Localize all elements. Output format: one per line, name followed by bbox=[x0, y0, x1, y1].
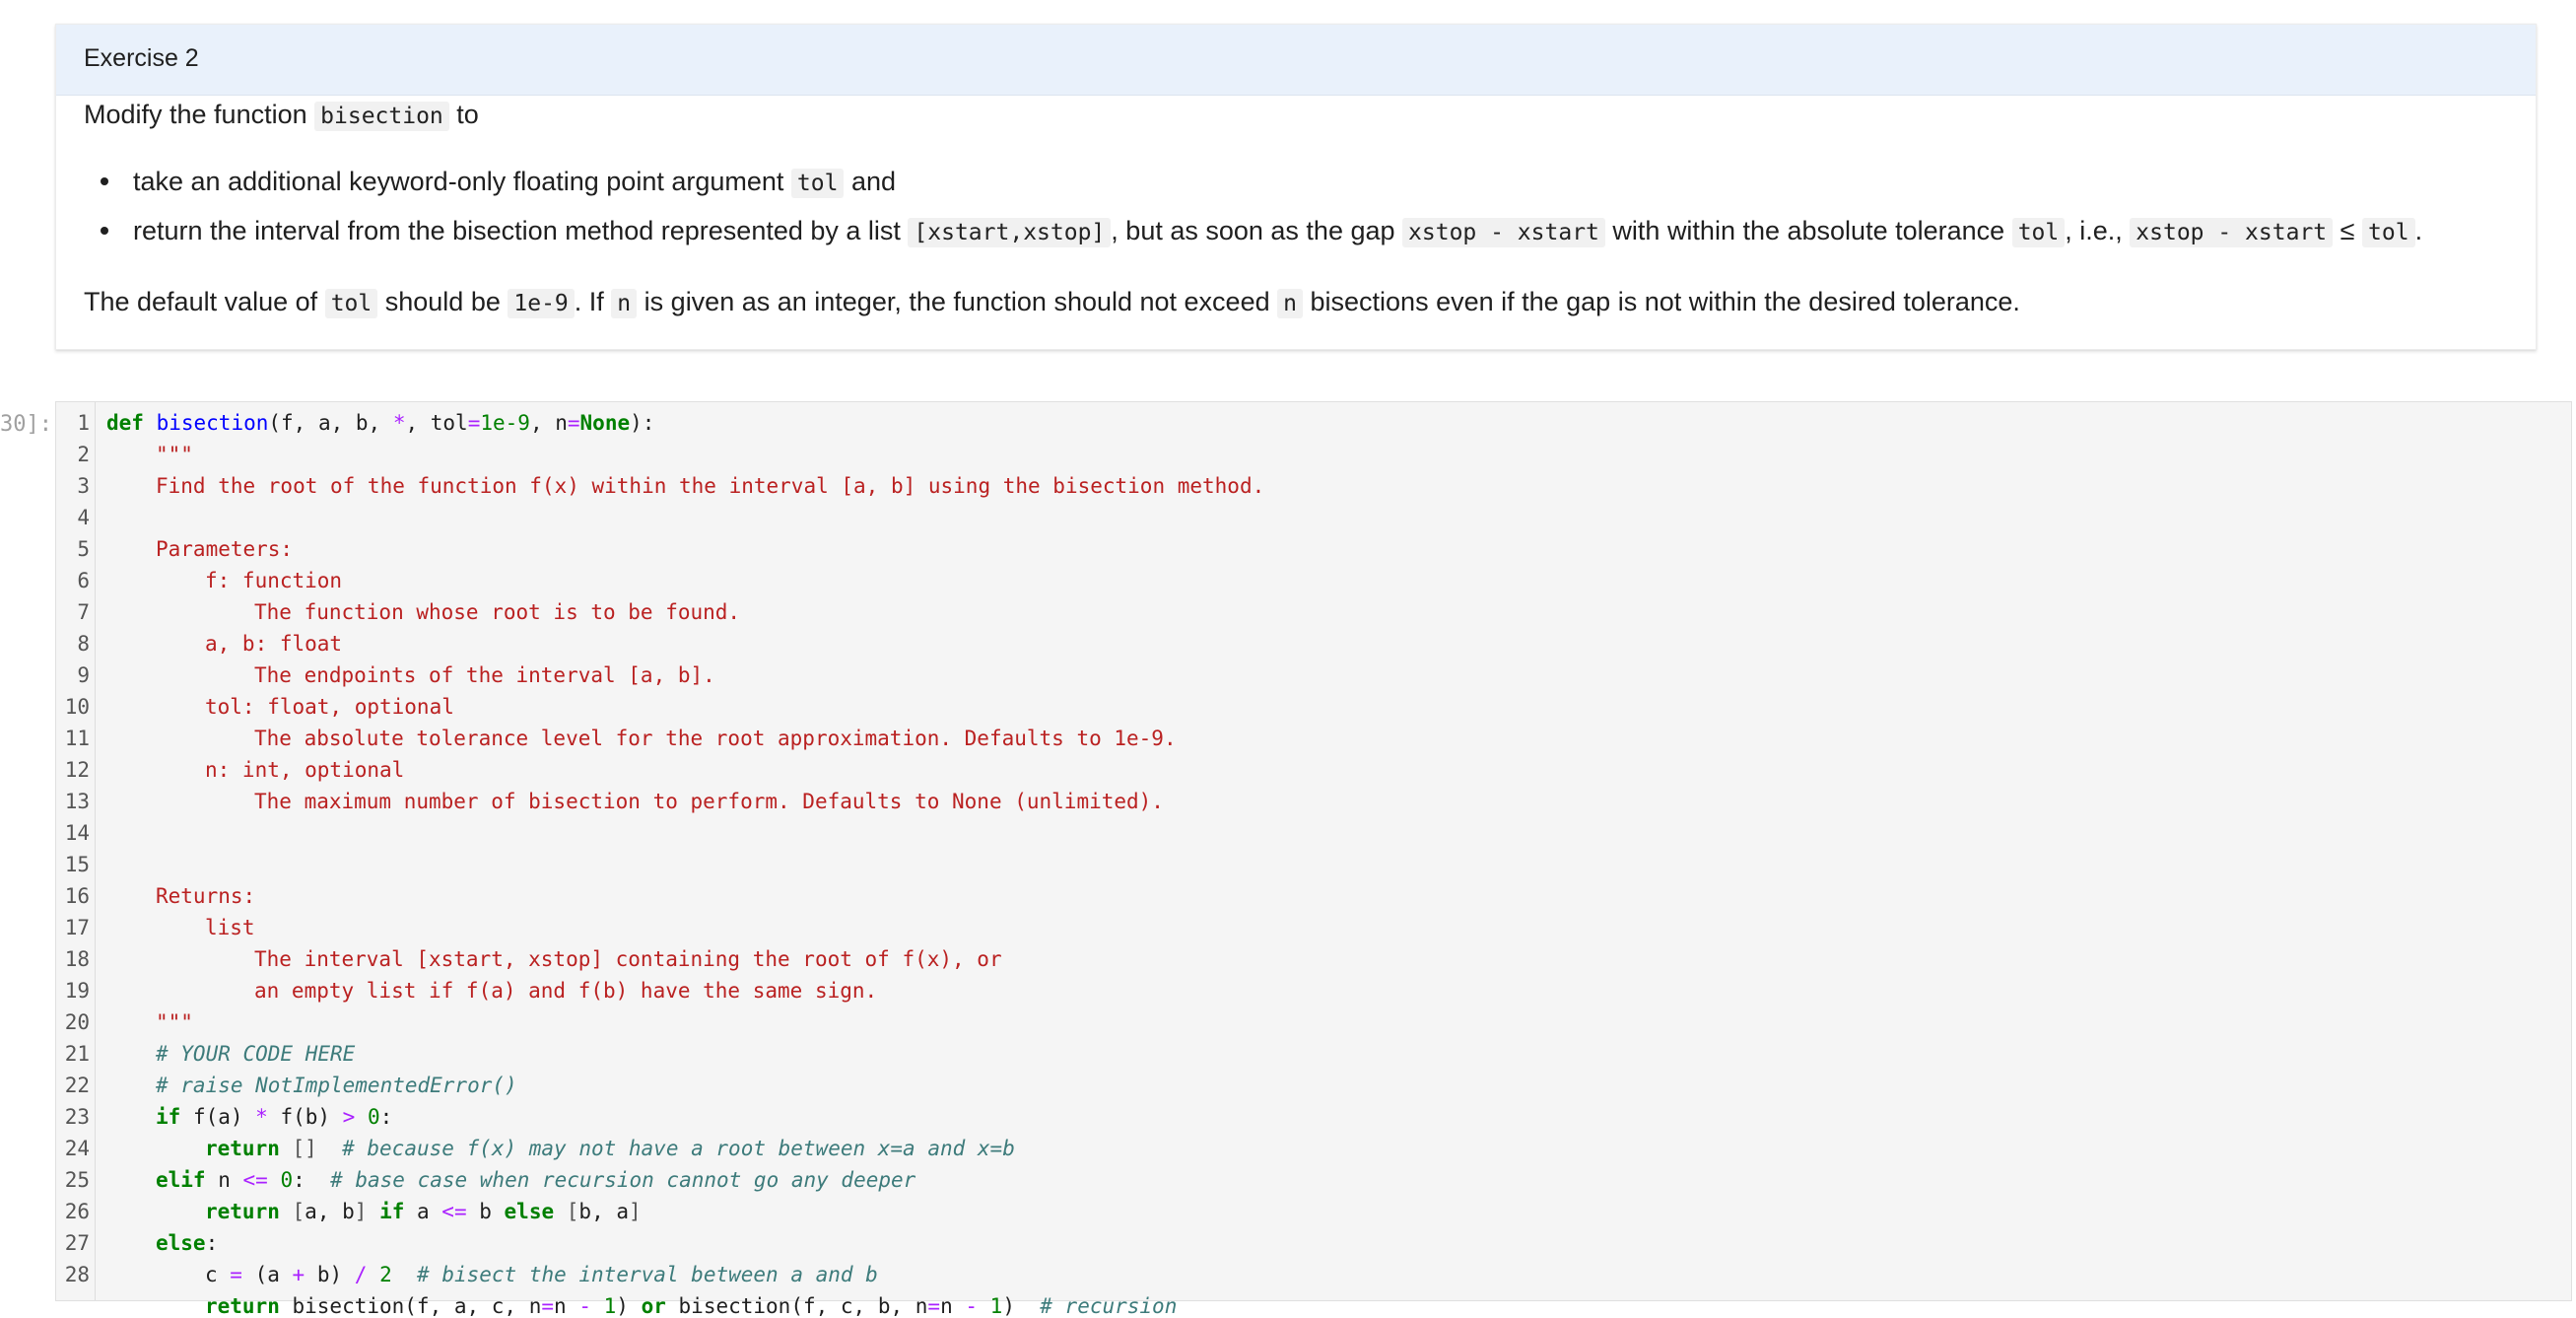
code-line: Parameters: bbox=[156, 537, 294, 561]
exercise-title: Exercise 2 bbox=[84, 44, 199, 72]
exercise-header: Exercise 2 bbox=[56, 25, 2536, 96]
code-line: The absolute tolerance level for the roo… bbox=[254, 727, 1177, 750]
code-line: """ bbox=[156, 443, 193, 466]
line-number: 25 bbox=[64, 1168, 90, 1192]
line-number: 1 bbox=[77, 411, 90, 435]
code-line: an empty list if f(a) and f(b) have the … bbox=[254, 979, 878, 1003]
code-line: a, b: float bbox=[205, 632, 343, 656]
code-line: Find the root of the function f(x) withi… bbox=[156, 474, 1265, 498]
line-number: 13 bbox=[64, 790, 90, 813]
code-line: # YOUR CODE HERE bbox=[156, 1042, 356, 1066]
code-line: list bbox=[205, 916, 255, 939]
bullet-icon bbox=[101, 227, 108, 235]
code-line: return bisection(f, a, c, n=n - 1) or bi… bbox=[205, 1294, 1178, 1318]
code-line: The interval [xstart, xstop] containing … bbox=[254, 947, 1002, 971]
line-number: 16 bbox=[64, 884, 90, 908]
line-number: 3 bbox=[77, 474, 90, 498]
code-line: if f(a) * f(b) > 0: bbox=[156, 1105, 393, 1129]
code-line: else: bbox=[156, 1231, 219, 1255]
line-number: 7 bbox=[77, 600, 90, 624]
line-number: 11 bbox=[64, 727, 90, 750]
line-number: 20 bbox=[64, 1010, 90, 1034]
line-number: 19 bbox=[64, 979, 90, 1003]
code-line: elif n <= 0: # base case when recursion … bbox=[156, 1168, 916, 1192]
bullet-item-2: return the interval from the bisection m… bbox=[133, 216, 2423, 247]
line-number: 24 bbox=[64, 1137, 90, 1160]
code-line: """ bbox=[156, 1010, 193, 1034]
line-number: 17 bbox=[64, 916, 90, 939]
code-line: def bisection(f, a, b, *, tol=1e-9, n=No… bbox=[106, 411, 655, 435]
code-line: Returns: bbox=[156, 884, 256, 908]
code-line: # raise NotImplementedError() bbox=[156, 1074, 517, 1097]
line-number: 5 bbox=[77, 537, 90, 561]
line-number: 6 bbox=[77, 569, 90, 592]
line-number: 8 bbox=[77, 632, 90, 656]
line-number: 2 bbox=[77, 443, 90, 466]
line-number: 14 bbox=[64, 821, 90, 845]
line-number: 4 bbox=[77, 506, 90, 529]
line-number: 26 bbox=[64, 1200, 90, 1223]
line-number-gutter: 1 2 3 4 5 6 7 8 9 10 11 12 13 14 15 16 1… bbox=[56, 402, 96, 1300]
bullet-item-1: take an additional keyword-only floating… bbox=[133, 167, 897, 198]
line-number: 21 bbox=[64, 1042, 90, 1066]
code-cell-editor[interactable]: 1 2 3 4 5 6 7 8 9 10 11 12 13 14 15 16 1… bbox=[55, 401, 2572, 1318]
code-line: return [a, b] if a <= b else [b, a] bbox=[205, 1200, 642, 1223]
line-number: 23 bbox=[64, 1105, 90, 1129]
line-number: 12 bbox=[64, 758, 90, 782]
line-number: 10 bbox=[64, 695, 90, 719]
exercise-intro: Modify the function bisection to bbox=[84, 100, 479, 131]
bullet-icon bbox=[101, 177, 108, 185]
code-line: c = (a + b) / 2 # bisect the interval be… bbox=[205, 1263, 878, 1286]
line-number: 22 bbox=[64, 1074, 90, 1097]
line-number: 28 bbox=[64, 1263, 90, 1286]
code-line: The maximum number of bisection to perfo… bbox=[254, 790, 1164, 813]
cell-prompt: 30]: bbox=[0, 412, 52, 437]
code-line: The endpoints of the interval [a, b]. bbox=[254, 663, 715, 687]
code-line: tol: float, optional bbox=[205, 695, 454, 719]
code-line: n: int, optional bbox=[205, 758, 405, 782]
line-number: 15 bbox=[64, 853, 90, 876]
code-line: return [] # because f(x) may not have a … bbox=[205, 1137, 1015, 1160]
line-number: 9 bbox=[77, 663, 90, 687]
code-line: The function whose root is to be found. bbox=[254, 600, 741, 624]
default-paragraph: The default value of tol should be 1e-9.… bbox=[84, 287, 2020, 318]
markdown-cell[interactable]: Exercise 2 Modify the function bisection… bbox=[55, 24, 2537, 350]
line-number: 27 bbox=[64, 1231, 90, 1255]
code-line: f: function bbox=[205, 569, 343, 592]
line-number: 18 bbox=[64, 947, 90, 971]
